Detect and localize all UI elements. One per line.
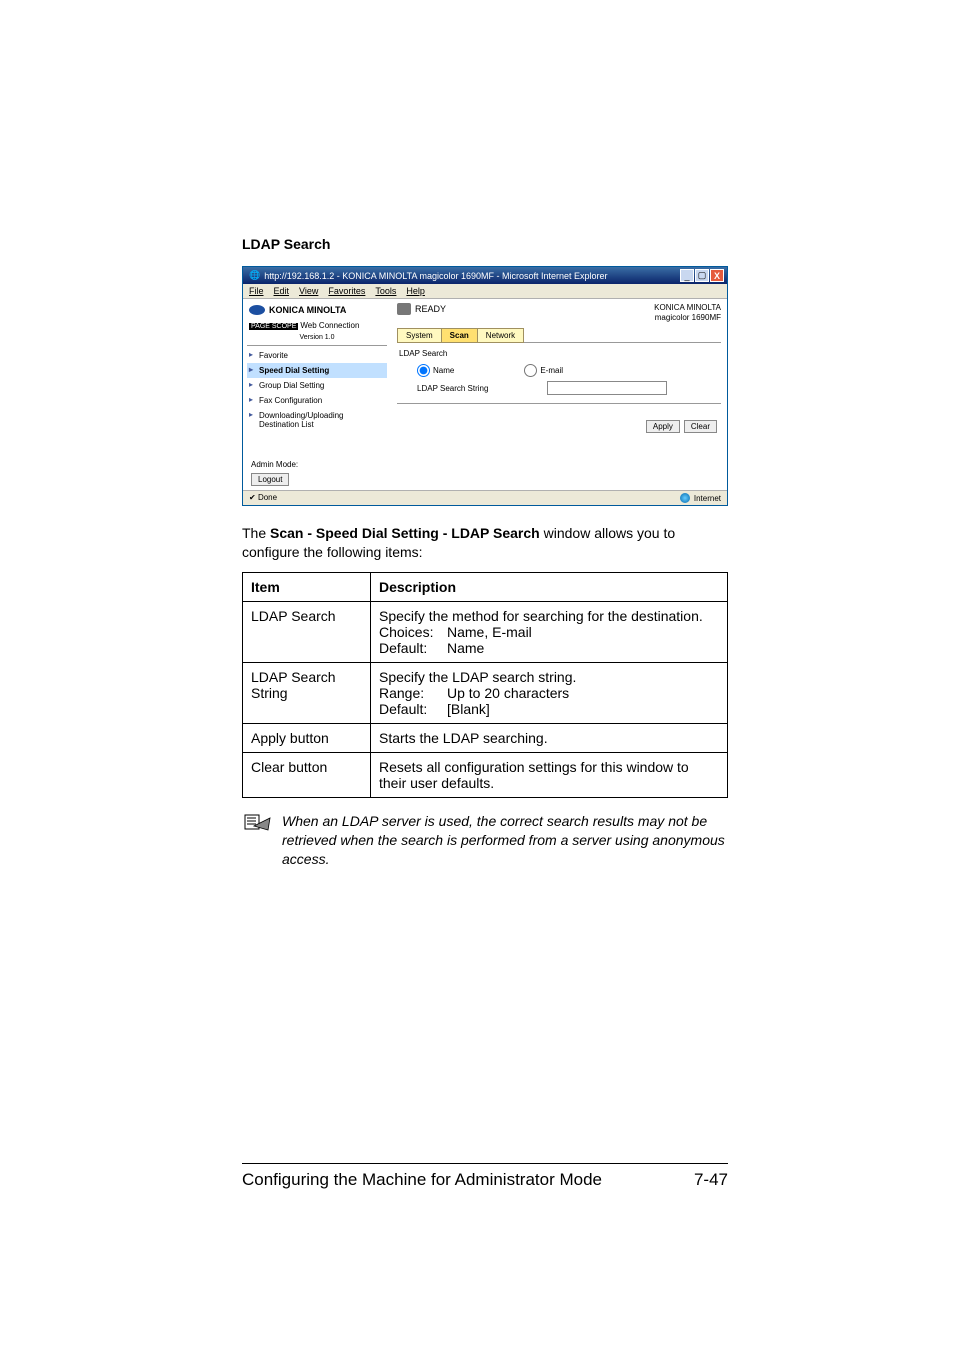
radio-name[interactable]: Name (417, 364, 454, 377)
km-logo: KONICA MINOLTA (247, 303, 387, 319)
tab-system[interactable]: System (397, 328, 442, 343)
right-column: READY KONICA MINOLTA magicolor 1690MF Sy… (391, 299, 727, 490)
search-string-input[interactable] (547, 381, 667, 395)
brand-right-model: magicolor 1690MF (654, 313, 721, 323)
radio-email-input[interactable] (524, 364, 537, 377)
apply-button[interactable]: Apply (646, 420, 680, 433)
cell-item: Apply button (243, 723, 371, 752)
pagescope-logo: PAGE SCOPEWeb Connection (247, 319, 387, 332)
cell-desc: Resets all configuration settings for th… (371, 752, 728, 797)
footer-left: Configuring the Machine for Administrato… (242, 1170, 602, 1190)
status-internet: Internet (694, 494, 721, 503)
search-string-label: LDAP Search String (417, 384, 547, 393)
note-text: When an LDAP server is used, the correct… (282, 812, 728, 869)
table-row: LDAP Search Specify the method for searc… (243, 601, 728, 662)
nav-download-upload[interactable]: Downloading/Uploading Destination List (247, 408, 387, 432)
note-icon (244, 812, 272, 832)
table-row: LDAP Search String Specify the LDAP sear… (243, 662, 728, 723)
menu-tools[interactable]: Tools (375, 286, 396, 296)
pane-title: LDAP Search (399, 349, 721, 358)
table-row: Clear button Resets all configuration se… (243, 752, 728, 797)
version-text: Version 1.0 (247, 332, 387, 343)
status-ready: READY (397, 303, 446, 315)
close-button[interactable]: X (710, 269, 724, 282)
nav-fax-config[interactable]: Fax Configuration (247, 393, 387, 408)
cell-item: LDAP Search String (243, 662, 371, 723)
tab-scan[interactable]: Scan (441, 328, 478, 343)
brand-right: KONICA MINOLTA magicolor 1690MF (654, 303, 721, 322)
cell-item: LDAP Search (243, 601, 371, 662)
cell-desc: Starts the LDAP searching. (371, 723, 728, 752)
ie-menubar: File Edit View Favorites Tools Help (243, 284, 727, 299)
section-title: LDAP Search (242, 236, 728, 252)
globe-icon (680, 493, 690, 503)
tabs-row: System Scan Network (397, 328, 721, 343)
menu-view[interactable]: View (299, 286, 318, 296)
radio-name-label: Name (433, 366, 454, 375)
logout-button[interactable]: Logout (251, 473, 289, 486)
ps-badge: PAGE SCOPE (249, 323, 298, 330)
note: When an LDAP server is used, the correct… (242, 812, 728, 869)
menu-edit[interactable]: Edit (274, 286, 290, 296)
items-table: Item Description LDAP Search Specify the… (242, 572, 728, 798)
nav-group-dial[interactable]: Group Dial Setting (247, 378, 387, 393)
admin-mode-label: Admin Mode: (247, 460, 387, 469)
nav-speed-dial[interactable]: Speed Dial Setting (247, 363, 387, 378)
table-row: Apply button Starts the LDAP searching. (243, 723, 728, 752)
ps-text: Web Connection (300, 321, 359, 330)
printer-icon (397, 303, 411, 315)
ie-statusbar: ✔ Done Internet (243, 490, 727, 505)
clear-button[interactable]: Clear (684, 420, 717, 433)
ie-window: 🌐 http://192.168.1.2 - KONICA MINOLTA ma… (242, 266, 728, 506)
brand-right-km: KONICA MINOLTA (654, 303, 721, 313)
intro-text: The Scan - Speed Dial Setting - LDAP Sea… (242, 524, 728, 562)
th-item: Item (243, 572, 371, 601)
menu-favorites[interactable]: Favorites (328, 286, 365, 296)
km-logo-text: KONICA MINOLTA (269, 305, 346, 315)
minimize-button[interactable]: _ (680, 269, 694, 282)
nav-favorite[interactable]: Favorite (247, 348, 387, 363)
maximize-button[interactable]: ▢ (695, 269, 709, 282)
menu-file[interactable]: File (249, 286, 264, 296)
ie-icon: 🌐 (249, 270, 260, 281)
radio-email[interactable]: E-mail (524, 364, 563, 377)
cell-desc: Specify the method for searching for the… (371, 601, 728, 662)
cell-desc: Specify the LDAP search string. Range:Up… (371, 662, 728, 723)
left-column: KONICA MINOLTA PAGE SCOPEWeb Connection … (243, 299, 391, 490)
ie-titlebar: 🌐 http://192.168.1.2 - KONICA MINOLTA ma… (243, 267, 727, 284)
radio-email-label: E-mail (540, 366, 563, 375)
th-desc: Description (371, 572, 728, 601)
footer-page-number: 7-47 (694, 1170, 728, 1190)
menu-help[interactable]: Help (406, 286, 425, 296)
status-done: ✔ Done (249, 493, 277, 503)
ie-title: http://192.168.1.2 - KONICA MINOLTA magi… (264, 271, 607, 281)
km-oval-icon (249, 305, 265, 315)
radio-name-input[interactable] (417, 364, 430, 377)
ready-text: READY (415, 304, 446, 314)
cell-item: Clear button (243, 752, 371, 797)
page-footer: Configuring the Machine for Administrato… (242, 1163, 728, 1190)
tab-network[interactable]: Network (477, 328, 524, 343)
